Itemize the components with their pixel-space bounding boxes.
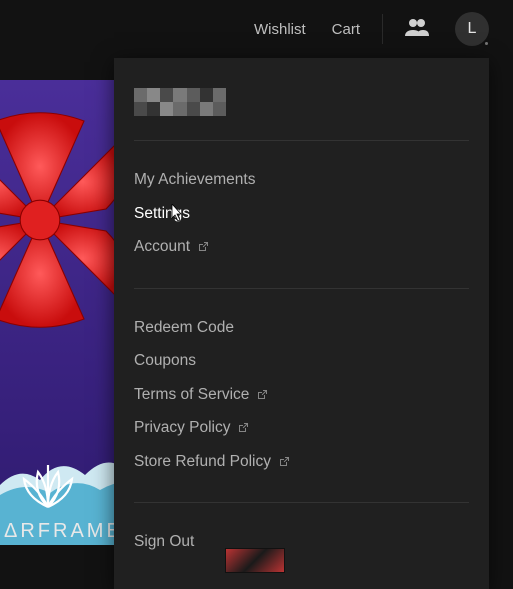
menu-item-label: Store Refund Policy — [134, 454, 271, 470]
menu-item-store-refund-policy[interactable]: Store Refund Policy — [134, 445, 469, 479]
menu-item-label: Redeem Code — [134, 320, 234, 336]
topbar: Wishlist Cart L — [0, 0, 513, 58]
friends-icon[interactable] — [405, 18, 429, 41]
menu-item-my-achievements[interactable]: My Achievements — [134, 163, 469, 197]
wishlist-link[interactable]: Wishlist — [254, 21, 306, 38]
menu-group-2: Redeem Code Coupons Terms of Service Privac… — [134, 311, 469, 479]
menu-item-privacy-policy[interactable]: Privacy Policy — [134, 411, 469, 445]
account-dropdown: My Achievements Settings Account Redeem Co… — [114, 58, 489, 589]
topbar-divider — [382, 14, 383, 44]
menu-item-settings[interactable]: Settings — [134, 197, 469, 231]
menu-item-label: Terms of Service — [134, 387, 249, 403]
menu-group-1: My Achievements Settings Account — [134, 163, 469, 264]
menu-item-sign-out[interactable]: Sign Out — [134, 525, 469, 559]
divider — [134, 140, 469, 141]
menu-item-coupons[interactable]: Coupons — [134, 344, 469, 378]
avatar[interactable]: L — [455, 12, 489, 46]
external-link-icon — [257, 389, 268, 400]
menu-item-label: Settings — [134, 206, 190, 222]
menu-item-label: Privacy Policy — [134, 420, 230, 436]
menu-item-redeem-code[interactable]: Redeem Code — [134, 311, 469, 345]
external-link-icon — [198, 241, 209, 252]
menu-item-account[interactable]: Account — [134, 230, 469, 264]
lotus-icon — [18, 457, 78, 517]
menu-item-label: My Achievements — [134, 172, 255, 188]
menu-group-3: Sign Out — [134, 525, 469, 559]
game-thumbnail[interactable] — [225, 548, 285, 573]
status-dot-icon — [483, 40, 490, 47]
menu-item-label: Account — [134, 239, 190, 255]
divider — [134, 502, 469, 503]
external-link-icon — [238, 422, 249, 433]
cart-link[interactable]: Cart — [332, 21, 360, 38]
username-row — [134, 88, 469, 116]
avatar-letter: L — [468, 20, 477, 38]
divider — [134, 288, 469, 289]
external-link-icon — [279, 456, 290, 467]
username-redacted — [134, 88, 226, 116]
menu-item-label: Coupons — [134, 353, 196, 369]
menu-item-label: Sign Out — [134, 534, 194, 550]
menu-item-terms-of-service[interactable]: Terms of Service — [134, 378, 469, 412]
